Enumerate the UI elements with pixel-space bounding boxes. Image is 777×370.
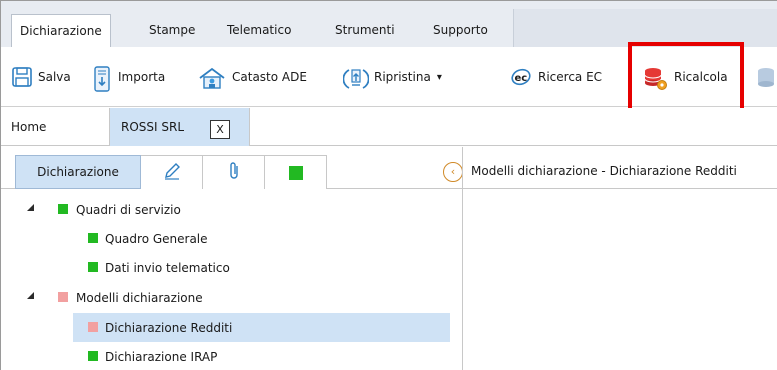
tab-rossi-srl[interactable]: ROSSI SRL X (110, 108, 250, 146)
collapse-panel-button[interactable]: ‹ (443, 162, 463, 182)
tab-dichiarazione[interactable]: Dichiarazione (15, 155, 141, 189)
ripristina-label: Ripristina (374, 70, 431, 84)
left-panel-header: Dichiarazione ‹ (1, 147, 463, 189)
close-tab-button[interactable]: X (210, 120, 230, 139)
catasto-ade-label: Catasto ADE (232, 70, 307, 84)
tree-item-label: Modelli dichiarazione (76, 290, 203, 305)
declaration-tree: Quadri di servizio Quadro Generale Dati … (1, 189, 462, 370)
status-error-icon (88, 322, 98, 332)
menu-bar: Dichiarazione Stampe Telematico Strument… (1, 1, 777, 48)
menu-telematico[interactable]: Telematico (227, 23, 291, 37)
house-icon (197, 66, 227, 89)
database-icon (755, 66, 777, 88)
status-ok-icon (88, 351, 98, 361)
tree-item-quadro-generale[interactable]: Quadro Generale (1, 224, 462, 253)
restore-icon (342, 66, 370, 89)
ricerca-ec-button[interactable]: ec Ricerca EC (509, 47, 602, 107)
tab-rossi-srl-label: ROSSI SRL (121, 120, 185, 134)
tree-item-label: Quadri di servizio (76, 202, 181, 217)
document-tab-bar: Home ROSSI SRL X (1, 108, 777, 146)
tree-item-label: Dichiarazione IRAP (105, 349, 218, 364)
database-next-button[interactable] (755, 47, 777, 107)
svg-text:ec: ec (515, 73, 528, 84)
expanded-triangle-icon[interactable] (27, 204, 34, 211)
menu-supporto[interactable]: Supporto (433, 23, 488, 37)
ripristina-dropdown[interactable]: Ripristina ▾ (342, 47, 442, 107)
status-ok-icon (88, 233, 98, 243)
tab-home-label: Home (11, 120, 47, 134)
menu-stampe[interactable]: Stampe (149, 23, 195, 37)
save-button[interactable]: Salva (11, 47, 71, 107)
tree-item-dichiarazione-redditi[interactable]: Dichiarazione Redditi (1, 313, 462, 342)
save-icon (11, 66, 33, 88)
tree-item-label: Dichiarazione Redditi (105, 320, 233, 335)
green-square-icon (288, 165, 303, 180)
pencil-icon (163, 162, 181, 183)
tree-item-dati-invio-telematico[interactable]: Dati invio telematico (1, 253, 462, 282)
tree-item-dichiarazione-irap[interactable]: Dichiarazione IRAP (1, 342, 462, 370)
menu-strumenti[interactable]: Strumenti (335, 23, 395, 37)
tree-item-quadri-di-servizio[interactable]: Quadri di servizio (1, 195, 462, 224)
tab-dichiarazione-label: Dichiarazione (37, 165, 119, 179)
status-error-icon (58, 292, 68, 302)
import-icon (91, 66, 113, 92)
right-panel-content (462, 189, 777, 370)
menu-dichiarazione[interactable]: Dichiarazione (11, 14, 111, 48)
ec-search-icon: ec (509, 66, 533, 88)
right-panel-title: Modelli dichiarazione - Dichiarazione Re… (462, 147, 777, 189)
tab-status[interactable] (265, 155, 327, 189)
tab-edit[interactable] (141, 155, 203, 189)
tree-item-label: Quadro Generale (105, 231, 208, 246)
paperclip-icon (228, 161, 240, 184)
catasto-ade-button[interactable]: Catasto ADE (197, 47, 307, 107)
chevron-down-icon: ▾ (436, 71, 442, 83)
tab-attachments[interactable] (203, 155, 265, 189)
save-label: Salva (38, 70, 71, 84)
status-ok-icon (58, 204, 68, 214)
ricalcola-highlight-box (628, 42, 744, 114)
status-ok-icon (88, 262, 98, 272)
expanded-triangle-icon[interactable] (27, 292, 34, 299)
app-window: Dichiarazione Stampe Telematico Strument… (0, 0, 777, 370)
import-label: Importa (118, 70, 166, 84)
ricerca-ec-label: Ricerca EC (538, 70, 603, 84)
import-button[interactable]: Importa (91, 47, 165, 107)
tree-item-modelli-dichiarazione[interactable]: Modelli dichiarazione (1, 283, 462, 312)
tree-item-label: Dati invio telematico (105, 260, 230, 275)
tab-home[interactable]: Home (1, 108, 110, 146)
